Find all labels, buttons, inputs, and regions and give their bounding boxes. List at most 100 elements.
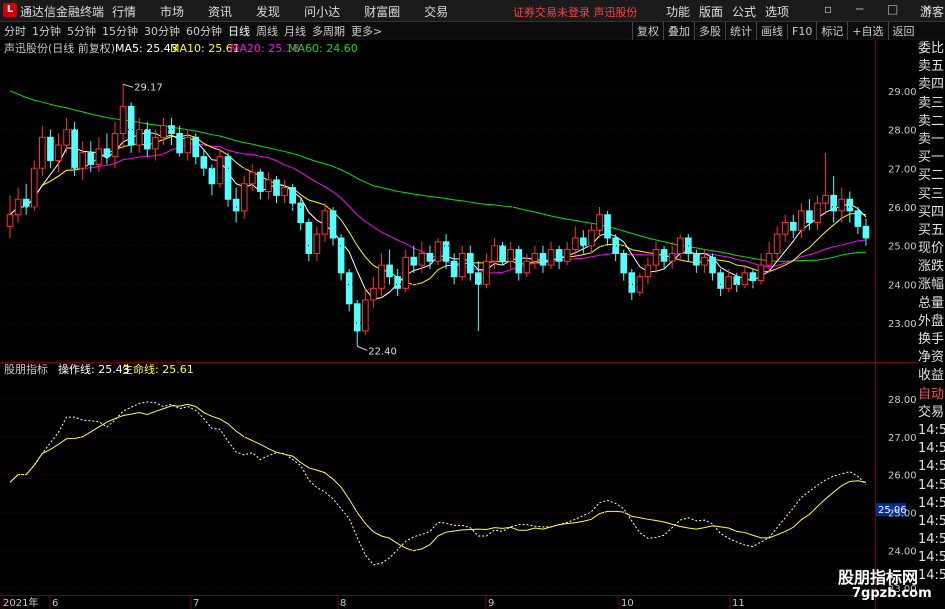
sidebar-item[interactable]: 总量 xyxy=(918,295,945,313)
tab-fenshi[interactable]: 分时 xyxy=(4,23,26,39)
sidebar-item[interactable]: 14:56 xyxy=(918,458,945,476)
sidebar-item[interactable]: 14:56 xyxy=(918,513,945,531)
menu-jiaoyi[interactable]: 交易 xyxy=(424,3,448,20)
tool-add-watchlist[interactable]: +自选 xyxy=(847,22,887,40)
sidebar-item[interactable]: 14:56 xyxy=(918,477,945,495)
sidebar-item[interactable]: 14:56 xyxy=(918,531,945,549)
tool-f10[interactable]: F10 xyxy=(787,24,816,39)
sidebar-item[interactable]: 14:56 xyxy=(918,549,945,567)
menu-shichang[interactable]: 市场 xyxy=(160,3,184,20)
x-tick-label: 9 xyxy=(488,598,494,609)
sidebar-item[interactable]: 涨跌 xyxy=(918,258,945,276)
candle-up xyxy=(370,287,377,301)
sidebar-item[interactable]: 涨幅 xyxy=(918,276,945,294)
menu-faxian[interactable]: 发现 xyxy=(256,3,280,20)
candle-down xyxy=(660,249,668,262)
candle-up xyxy=(781,221,789,235)
tab-5min[interactable]: 5分钟 xyxy=(67,23,96,39)
sub-y-tick: 25.00 xyxy=(888,509,917,520)
sidebar-item[interactable]: 买五 xyxy=(918,222,945,240)
menu-zixun[interactable]: 资讯 xyxy=(208,3,232,20)
candle-down xyxy=(789,221,797,231)
sub-life-line xyxy=(9,403,867,552)
sidebar-item[interactable]: 14:56 xyxy=(918,440,945,458)
tab-30min[interactable]: 30分钟 xyxy=(144,23,180,39)
tab-multi-period[interactable]: 多周期 xyxy=(312,23,345,39)
sidebar-item[interactable]: 14:56 xyxy=(918,567,945,585)
sidebar-item[interactable]: 收益 xyxy=(918,367,945,385)
menu-caifuquan[interactable]: 财富圈 xyxy=(364,3,400,20)
candle-down xyxy=(628,272,636,293)
candle-down xyxy=(289,187,296,204)
menu-wenxiaoda[interactable]: 问小达 xyxy=(304,3,340,20)
tab-15min[interactable]: 15分钟 xyxy=(102,23,138,39)
sidebar-item[interactable]: 交易 xyxy=(918,404,945,422)
tool-huaxian[interactable]: 画线 xyxy=(756,22,787,40)
candle-down xyxy=(200,156,208,169)
menu-banmian[interactable]: 版面 xyxy=(699,3,723,20)
candle-down xyxy=(733,276,741,285)
tool-fuquan[interactable]: 复权 xyxy=(632,22,663,40)
sidebar-item[interactable]: 现价 xyxy=(918,240,945,258)
sidebar-item[interactable]: 换手 xyxy=(918,331,945,349)
candle-up xyxy=(483,260,490,285)
sidebar-item[interactable]: 买一 xyxy=(918,149,945,167)
guest-label[interactable]: 游客 xyxy=(920,3,944,20)
period-tabs: 分时 1分钟 5分钟 15分钟 30分钟 60分钟 日线 周线 月线 多周期 更多> xyxy=(4,23,388,39)
sidebar-item[interactable]: 净资 xyxy=(918,349,945,367)
sidebar-item[interactable]: 买三 xyxy=(918,186,945,204)
sidebar-item[interactable]: 14:56 xyxy=(918,422,945,440)
sidebar-item[interactable]: 买四 xyxy=(918,204,945,222)
candle-down xyxy=(709,256,716,274)
candle-down xyxy=(47,136,54,162)
candle-up xyxy=(281,187,288,196)
candle-up xyxy=(63,129,70,146)
sidebar-item[interactable]: 卖五 xyxy=(918,58,945,76)
candle-up xyxy=(773,233,781,254)
chart-tools: 复权 叠加 多股 统计 画线 F10 标记 +自选 返回 xyxy=(632,22,919,40)
sidebar-item[interactable]: 卖一 xyxy=(918,131,945,149)
tab-weekly[interactable]: 周线 xyxy=(256,23,278,39)
tab-monthly[interactable]: 月线 xyxy=(284,23,306,39)
sidebar-item[interactable]: 卖二 xyxy=(918,113,945,131)
candle-up xyxy=(402,256,410,289)
main-y-tick: 24.00 xyxy=(888,280,917,291)
kline-chart[interactable]: 声迅股份(日线 前复权) MA5: 25.43 MA10: 25.61 MA20… xyxy=(0,40,918,609)
tool-diejia[interactable]: 叠加 xyxy=(663,22,694,40)
sidebar-item[interactable]: 14:56 xyxy=(918,495,945,513)
tab-60min[interactable]: 60分钟 xyxy=(186,23,222,39)
candle-down xyxy=(515,249,523,274)
candle-down xyxy=(830,194,837,212)
tool-tongji[interactable]: 统计 xyxy=(725,22,756,40)
candle-down xyxy=(394,276,401,289)
main-y-tick: 27.00 xyxy=(888,164,917,175)
trade-login-notice[interactable]: 证券交易未登录 声迅股份 xyxy=(513,4,638,20)
tool-duogu[interactable]: 多股 xyxy=(694,22,725,40)
sidebar-item[interactable]: 委比 xyxy=(918,40,945,58)
sidebar-item[interactable]: 卖四 xyxy=(918,76,945,94)
sidebar-item[interactable]: 卖三 xyxy=(918,95,945,113)
main-legend-name: 声迅股份(日线 前复权) xyxy=(4,41,115,55)
menu-gongshi[interactable]: 公式 xyxy=(732,3,756,20)
candle-up xyxy=(765,252,773,266)
sidebar-item[interactable]: 自动 xyxy=(918,386,945,404)
tab-daily[interactable]: 日线 xyxy=(228,23,250,39)
tool-back[interactable]: 返回 xyxy=(887,22,919,40)
tool-biaoji[interactable]: 标记 xyxy=(816,22,847,40)
candle-up xyxy=(636,276,644,293)
tab-more[interactable]: 更多> xyxy=(351,23,382,39)
x-tick-label: 2021年 xyxy=(3,596,38,609)
candle-down xyxy=(466,252,474,274)
menu-hangqing[interactable]: 行情 xyxy=(112,3,136,20)
tab-1min[interactable]: 1分钟 xyxy=(32,23,61,39)
candle-up xyxy=(95,148,103,165)
candle-down xyxy=(232,198,240,212)
candle-up xyxy=(507,249,514,262)
candle-down xyxy=(103,148,111,158)
menu-xuanxiang[interactable]: 选项 xyxy=(765,3,789,20)
menu-gongneng[interactable]: 功能 xyxy=(666,3,690,20)
sub-legend-life: 生命线: 25.61 xyxy=(122,362,194,376)
sidebar-item[interactable]: 外盘 xyxy=(918,313,945,331)
sidebar-item[interactable]: 买二 xyxy=(918,167,945,185)
candle-up xyxy=(55,144,62,162)
